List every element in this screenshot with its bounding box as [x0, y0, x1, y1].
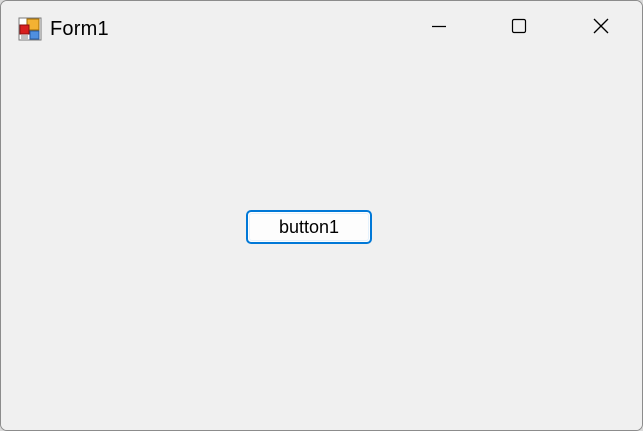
minimize-icon [431, 18, 447, 39]
button1-label: button1 [278, 216, 340, 237]
close-button[interactable] [561, 1, 641, 56]
winforms-app-icon [18, 17, 42, 41]
minimize-button[interactable] [399, 1, 479, 56]
window-title: Form1 [50, 18, 109, 40]
title-bar[interactable]: Form1 [1, 1, 642, 56]
form1-window: Form1 button1 [0, 0, 643, 431]
form-client-area: button1 [1, 56, 642, 430]
close-icon [592, 17, 610, 40]
maximize-button[interactable] [479, 1, 559, 56]
maximize-icon [511, 18, 527, 39]
button1[interactable]: button1 [246, 210, 372, 244]
